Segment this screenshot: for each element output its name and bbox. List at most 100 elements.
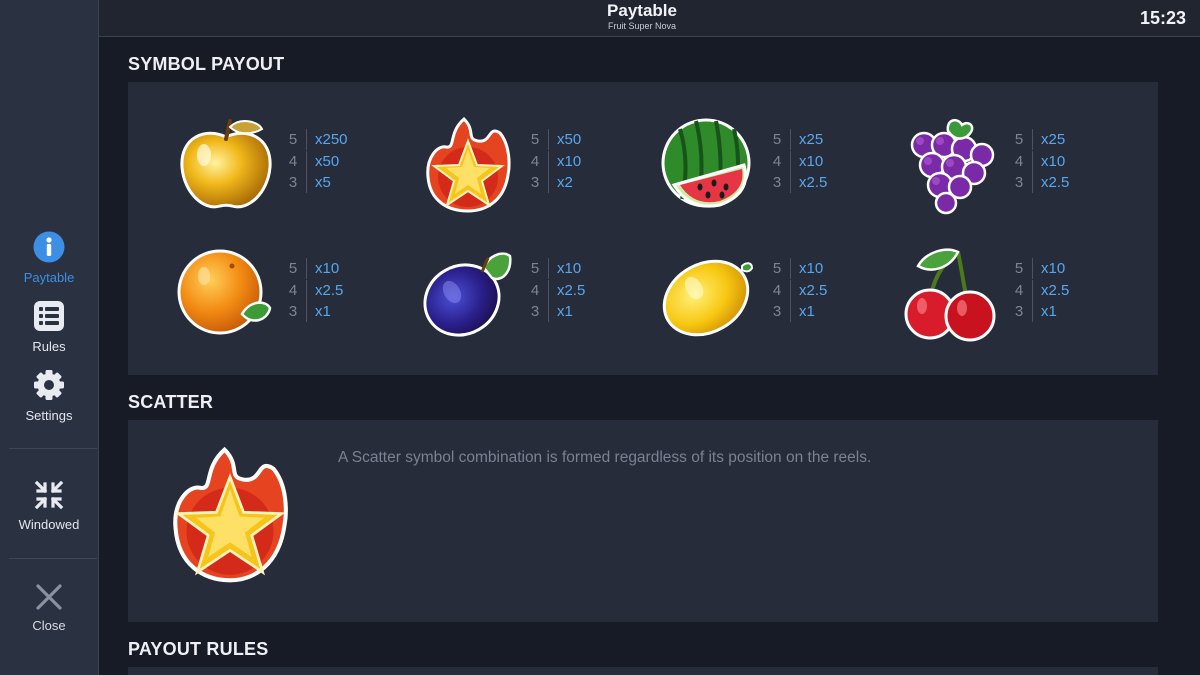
pay-multiplier: x2.5 (1041, 281, 1070, 299)
payout-row: 3 x1 (286, 301, 343, 323)
pay-count: 3 (288, 303, 298, 321)
pay-multiplier: x50 (557, 131, 582, 149)
pay-multiplier: x2.5 (315, 281, 344, 299)
sidebar-item-label: Paytable (23, 270, 75, 285)
pay-multiplier: x10 (315, 260, 340, 278)
pay-count: 4 (1014, 281, 1024, 299)
symbol-orange: 5 x10 4 x2.5 3 x1 (176, 244, 416, 344)
symbol-golden-apple: 5 x250 4 x50 3 x5 (176, 115, 416, 215)
pay-count: 5 (1014, 131, 1024, 149)
pay-multiplier: x25 (1041, 131, 1066, 149)
pay-count: 5 (1014, 260, 1024, 278)
pay-count: 3 (1014, 174, 1024, 192)
payout-row: 5 x10 (286, 258, 343, 280)
header-bar: Paytable Fruit Super Nova 15:23 (99, 0, 1200, 37)
pay-multiplier: x10 (1041, 260, 1066, 278)
sidebar-item-settings[interactable]: Settings (0, 369, 98, 423)
section-title-symbol-payout: SYMBOL PAYOUT (128, 54, 285, 74)
payout-list: 5 x250 4 x50 3 x5 (286, 129, 348, 194)
sidebar-item-paytable[interactable]: Paytable (0, 231, 98, 285)
pay-multiplier: x10 (557, 260, 582, 278)
pay-multiplier: x25 (799, 131, 824, 149)
pay-multiplier: x1 (557, 303, 573, 321)
close-icon (36, 584, 62, 610)
symbol-cherries: 5 x10 4 x2.5 3 x1 (902, 244, 1142, 344)
pay-count: 4 (288, 152, 298, 170)
pay-multiplier: x2.5 (557, 281, 586, 299)
pay-count: 3 (772, 303, 782, 321)
sidebar-item-label: Rules (32, 339, 66, 354)
symbol-lemon: 5 x10 4 x2.5 3 x1 (660, 244, 900, 344)
cherries-icon (904, 248, 996, 342)
payout-row: 4 x2.5 (1012, 279, 1070, 302)
payout-row: 5 x250 (286, 129, 348, 151)
sidebar-item-label: Close (32, 618, 66, 633)
gear-icon (34, 370, 64, 400)
pay-multiplier: x10 (799, 260, 824, 278)
payout-list: 5 x50 4 x10 3 x2 (528, 129, 581, 194)
payout-list: 5 x10 4 x2.5 3 x1 (770, 258, 827, 323)
pay-count: 4 (1014, 152, 1024, 170)
pay-count: 4 (772, 281, 782, 299)
payout-row: 3 x1 (1012, 301, 1069, 323)
pay-count: 3 (288, 174, 298, 192)
pay-count: 4 (288, 281, 298, 299)
payout-list: 5 x25 4 x10 3 x2.5 (770, 129, 827, 194)
pay-multiplier: x2.5 (1041, 174, 1070, 192)
payout-list: 5 x10 4 x2.5 3 x1 (528, 258, 585, 323)
payout-row: 5 x10 (528, 258, 585, 280)
payout-row: 3 x2.5 (1012, 172, 1069, 194)
scatter-description: A Scatter symbol combination is formed r… (338, 449, 872, 466)
payout-row: 4 x2.5 (770, 279, 827, 302)
section-title-scatter: SCATTER (128, 392, 214, 412)
sidebar-divider (9, 448, 97, 449)
pay-count: 3 (772, 174, 782, 192)
payout-row: 4 x2.5 (528, 279, 586, 302)
sidebar-divider (9, 558, 97, 559)
pay-multiplier: x250 (315, 131, 348, 149)
payout-row: 4 x10 (528, 150, 581, 173)
golden-apple-icon (180, 119, 272, 209)
payout-list: 5 x10 4 x2.5 3 x1 (1012, 258, 1069, 323)
page-subtitle: Fruit Super Nova (607, 21, 677, 31)
symbol-grapes: 5 x25 4 x10 3 x2.5 (902, 115, 1142, 215)
orange-icon (177, 249, 272, 335)
payout-list: 5 x25 4 x10 3 x2.5 (1012, 129, 1069, 194)
pay-multiplier: x10 (799, 152, 824, 170)
scatter-panel: A Scatter symbol combination is formed r… (128, 420, 1158, 622)
payout-rules-panel (128, 667, 1158, 675)
plum-icon (423, 252, 512, 337)
payout-row: 3 x2 (528, 172, 581, 194)
pay-count: 3 (530, 303, 540, 321)
pay-count: 5 (288, 131, 298, 149)
pay-multiplier: x1 (315, 303, 331, 321)
pay-multiplier: x10 (1041, 152, 1066, 170)
pay-multiplier: x2 (557, 174, 573, 192)
pay-count: 5 (530, 260, 540, 278)
symbol-star: 5 x50 4 x10 3 x2 (418, 115, 658, 215)
grapes-icon (910, 118, 995, 215)
payout-row: 4 x10 (1012, 150, 1069, 173)
clock: 15:23 (1139, 8, 1186, 28)
section-title-payout-rules: PAYOUT RULES (128, 639, 269, 659)
payout-row: 3 x5 (286, 172, 348, 194)
pay-count: 4 (772, 152, 782, 170)
windowed-icon (34, 480, 64, 510)
sidebar-item-rules[interactable]: Rules (0, 300, 98, 354)
pay-count: 5 (288, 260, 298, 278)
sidebar-item-windowed[interactable]: Windowed (0, 480, 98, 532)
pay-count: 5 (772, 131, 782, 149)
scatter-star-icon (173, 446, 288, 583)
payout-row: 5 x10 (770, 258, 827, 280)
payout-row: 3 x1 (770, 301, 827, 323)
info-icon (33, 231, 65, 263)
list-icon (34, 301, 64, 331)
payout-list: 5 x10 4 x2.5 3 x1 (286, 258, 343, 323)
lemon-icon (662, 259, 754, 337)
pay-count: 5 (530, 131, 540, 149)
payout-row: 5 x50 (528, 129, 581, 151)
payout-row: 3 x1 (528, 301, 585, 323)
sidebar-item-close[interactable]: Close (0, 583, 98, 633)
pay-count: 3 (1014, 303, 1024, 321)
pay-multiplier: x1 (799, 303, 815, 321)
